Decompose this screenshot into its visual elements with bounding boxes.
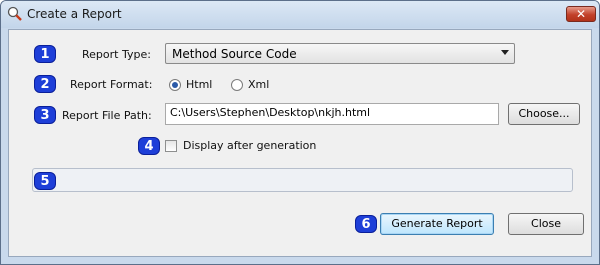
step-badge-5: 5 [34, 172, 56, 190]
report-file-path-input[interactable] [170, 106, 490, 119]
step-badge-2: 2 [34, 75, 56, 93]
radio-xml[interactable] [231, 79, 243, 91]
title-bar: Create a Report ✕ [1, 1, 599, 28]
step-badge-4: 4 [138, 137, 160, 155]
window-title: Create a Report [27, 7, 122, 21]
choose-button[interactable]: Choose... [508, 103, 580, 125]
report-type-value: Method Source Code [172, 47, 297, 61]
radio-xml-label[interactable]: Xml [248, 78, 269, 91]
step-badge-6: 6 [355, 215, 377, 233]
dialog-content: 1 Report Type: Method Source Code 2 Repo… [8, 29, 592, 257]
report-dialog: Create a Report ✕ 1 Report Type: Method … [0, 0, 600, 265]
close-button[interactable]: Close [508, 213, 584, 235]
display-after-checkbox[interactable] [165, 140, 177, 152]
radio-html-label[interactable]: Html [186, 78, 212, 91]
display-after-label[interactable]: Display after generation [183, 139, 316, 152]
window-close-button[interactable]: ✕ [566, 6, 596, 22]
radio-html[interactable] [169, 79, 181, 91]
report-file-path-label: Report File Path: [62, 109, 152, 122]
report-type-label: Report Type: [82, 48, 151, 61]
report-format-label: Report Format: [70, 78, 153, 91]
report-type-dropdown[interactable]: Method Source Code [165, 43, 515, 64]
progress-bar [32, 168, 573, 192]
generate-report-button[interactable]: Generate Report [380, 213, 494, 235]
step-badge-1: 1 [34, 45, 56, 63]
step-badge-3: 3 [34, 106, 56, 124]
radio-selected-dot [172, 82, 178, 88]
report-app-icon [7, 6, 22, 21]
report-file-path-field[interactable] [165, 103, 499, 125]
chevron-down-icon [501, 50, 509, 55]
